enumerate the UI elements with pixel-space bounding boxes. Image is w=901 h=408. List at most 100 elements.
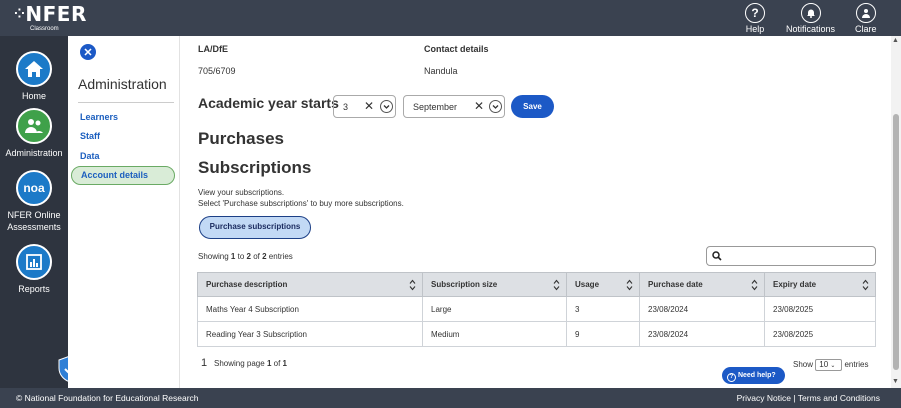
sidebar-item-administration[interactable]: Administration <box>0 108 68 159</box>
column-header-usage[interactable]: Usage <box>566 272 640 297</box>
copyright-text: © National Foundation for Educational Re… <box>16 393 199 403</box>
main-content: LA/DfE Contact details 705/6709 Nandula … <box>180 36 892 388</box>
sidebar-label-home: Home <box>21 91 46 101</box>
people-icon <box>16 108 52 144</box>
chevron-down-icon[interactable] <box>489 100 502 113</box>
month-value: September <box>413 102 458 112</box>
help-circle-icon: ? <box>727 373 736 382</box>
sort-icon <box>409 279 416 291</box>
user-menu-button[interactable]: Clare <box>855 3 877 34</box>
scroll-thumb[interactable] <box>893 114 899 370</box>
notifications-button[interactable]: Notifications <box>786 3 835 34</box>
cell-description: Maths Year 4 Subscription <box>197 296 423 322</box>
logo-dots-icon: ⁘ <box>14 7 26 22</box>
sort-icon <box>751 279 758 291</box>
sidebar-label-noa: NFER Online Assessments <box>7 210 61 232</box>
table-header-row: Purchase description Subscription size U… <box>197 272 876 297</box>
showing-entries: Showing 1 to 2 of 2 entries <box>198 252 293 261</box>
cell-usage: 3 <box>566 296 640 322</box>
cell-expiry-date: 23/08/2025 <box>764 296 876 322</box>
column-header-purchase-date[interactable]: Purchase date <box>639 272 765 297</box>
notifications-label: Notifications <box>786 24 836 34</box>
contact-label: Contact details <box>424 44 489 54</box>
terms-link[interactable]: Terms and Conditions <box>798 393 880 403</box>
search-icon <box>712 251 722 261</box>
purchases-heading: Purchases <box>198 129 284 148</box>
sidebar-item-reports[interactable]: Reports <box>0 244 68 295</box>
noa-icon: noa <box>16 170 52 206</box>
home-icon <box>16 51 52 87</box>
scroll-up-icon[interactable]: ▲ <box>892 37 899 44</box>
need-help-label: Need help? <box>737 372 776 379</box>
column-header-expiry-date[interactable]: Expiry date <box>764 272 876 297</box>
footer: © National Foundation for Educational Re… <box>0 388 901 408</box>
logo-subtitle: Classroom <box>30 26 59 32</box>
column-header-size[interactable]: Subscription size <box>422 272 567 297</box>
cell-size: Medium <box>422 321 567 347</box>
column-header-description[interactable]: Purchase description <box>197 272 423 297</box>
page-scrollbar[interactable]: ▲ ▼ <box>891 36 901 388</box>
help-button[interactable]: ? Help <box>745 3 765 34</box>
cut-off-text <box>198 36 201 40</box>
purchase-subscriptions-button[interactable]: Purchase subscriptions <box>199 216 311 239</box>
cell-expiry-date: 23/08/2025 <box>764 321 876 347</box>
admin-panel-title: Administration <box>78 76 167 92</box>
intro-text: Select 'Purchase subscriptions' to buy m… <box>198 199 404 208</box>
divider <box>78 102 174 103</box>
page-size-select[interactable]: 10 ⌄ <box>815 359 843 371</box>
sidebar-item-home[interactable]: Home <box>0 51 68 102</box>
page-size-control: Show 10 ⌄ entries <box>793 359 869 371</box>
user-label: Clare <box>855 24 877 34</box>
clear-icon[interactable]: ✕ <box>474 99 484 113</box>
page-info: Showing page 1 of 1 <box>214 359 287 368</box>
subscriptions-heading: Subscriptions <box>198 158 312 177</box>
privacy-link[interactable]: Privacy Notice <box>737 393 791 403</box>
reports-icon <box>16 244 52 280</box>
close-icon[interactable]: ✕ <box>80 44 96 60</box>
cell-description: Reading Year 3 Subscription <box>197 321 423 347</box>
help-icon: ? <box>745 3 765 23</box>
save-button[interactable]: Save <box>511 95 554 118</box>
academic-year-label: Academic year starts <box>198 95 339 111</box>
logo-text: NFER <box>25 2 87 26</box>
contact-value: Nandula <box>424 66 458 76</box>
main-sidebar: Home Administration noa NFER Online Asse… <box>0 36 68 388</box>
need-help-button[interactable]: ? Need help? <box>722 367 785 384</box>
clear-icon[interactable]: ✕ <box>364 99 374 113</box>
footer-separator: | <box>793 393 796 403</box>
sort-icon <box>862 279 869 291</box>
sidebar-item-noa[interactable]: noa NFER Online Assessments <box>0 170 68 233</box>
table-row: Maths Year 4 Subscription Large 3 23/08/… <box>197 296 876 322</box>
month-select[interactable]: September ✕ <box>403 95 505 118</box>
sidebar-label-reports: Reports <box>18 284 50 294</box>
day-value: 3 <box>343 102 349 112</box>
current-page-number[interactable]: 1 <box>201 357 207 369</box>
admin-panel: ✕ Administration Learners Staff Data Acc… <box>68 36 180 388</box>
cell-size: Large <box>422 296 567 322</box>
bell-icon <box>800 3 821 23</box>
scroll-down-icon[interactable]: ▼ <box>892 378 899 385</box>
day-select[interactable]: 3 ✕ <box>333 95 396 118</box>
cell-purchase-date: 23/08/2024 <box>639 321 765 347</box>
footer-links: Privacy Notice | Terms and Conditions <box>737 388 880 408</box>
help-label: Help <box>745 24 765 34</box>
user-icon <box>855 3 876 23</box>
la-label: LA/DfE <box>198 44 228 54</box>
la-value: 705/6709 <box>198 66 236 76</box>
sort-icon <box>553 279 560 291</box>
top-bar: ⁘NFER Classroom ? Help Notifications Cla… <box>0 0 901 36</box>
nav-link-learners[interactable]: Learners <box>80 112 118 122</box>
chevron-down-icon[interactable] <box>380 100 393 113</box>
cell-purchase-date: 23/08/2024 <box>639 296 765 322</box>
nfer-logo[interactable]: ⁘NFER Classroom <box>14 3 87 33</box>
table-row: Reading Year 3 Subscription Medium 9 23/… <box>197 321 876 347</box>
cell-usage: 9 <box>566 321 640 347</box>
nav-link-staff[interactable]: Staff <box>80 131 100 141</box>
sort-icon <box>626 279 633 291</box>
nav-link-data[interactable]: Data <box>80 151 100 161</box>
nav-link-account-details[interactable]: Account details <box>71 166 175 185</box>
intro-text: View your subscriptions. <box>198 188 285 197</box>
subscriptions-table: Purchase description Subscription size U… <box>197 272 876 347</box>
search-input[interactable] <box>706 246 876 266</box>
sidebar-label-administration: Administration <box>5 148 63 158</box>
